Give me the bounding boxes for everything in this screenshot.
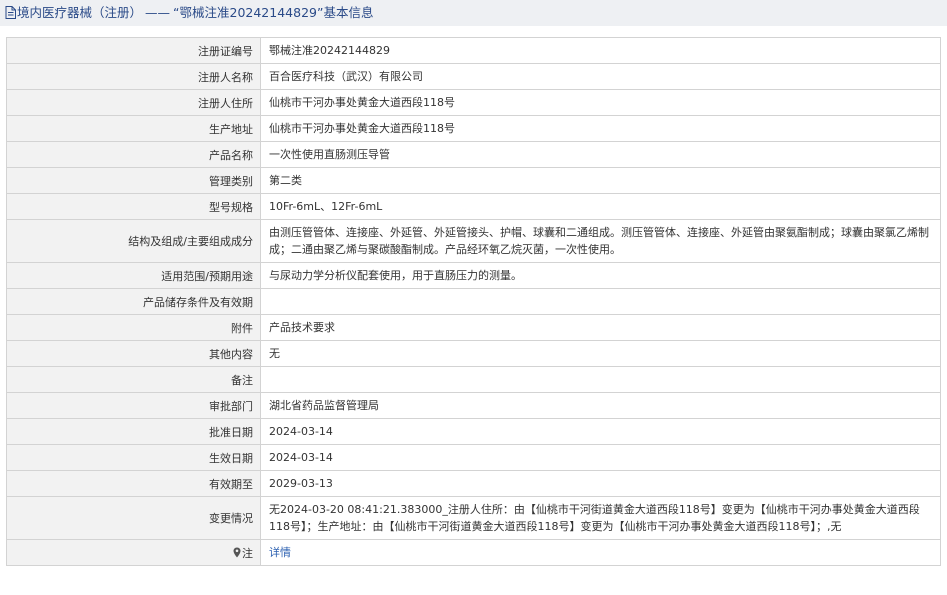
info-table: 注册证编号 鄂械注准20242144829 注册人名称 百合医疗科技（武汉）有限… [6, 37, 941, 566]
row-value: 湖北省药品监督管理局 [260, 392, 941, 419]
row-label: 生产地址 [6, 115, 261, 142]
table-row-product-name: 产品名称 一次性使用直肠测压导管 [6, 141, 941, 168]
row-label: 注册人名称 [6, 63, 261, 90]
table-row-note: 注 详情 [6, 539, 941, 566]
page-title: “鄂械注准20242144829”基本信息 [173, 5, 374, 20]
details-link[interactable]: 详情 [269, 546, 291, 559]
table-row-approval-dept: 审批部门 湖北省药品监督管理局 [6, 392, 941, 419]
row-value: 仙桃市干河办事处黄金大道西段118号 [260, 89, 941, 116]
row-value: 产品技术要求 [260, 314, 941, 341]
table-row-changes: 变更情况 无2024-03-20 08:41:21.383000_注册人住所：由… [6, 496, 941, 540]
row-label: 管理类别 [6, 167, 261, 194]
row-value: 百合医疗科技（武汉）有限公司 [260, 63, 941, 90]
table-row-model-spec: 型号规格 10Fr-6mL、12Fr-6mL [6, 193, 941, 220]
table-row-registrant-name: 注册人名称 百合医疗科技（武汉）有限公司 [6, 63, 941, 90]
table-row-storage: 产品储存条件及有效期 [6, 288, 941, 315]
row-value: 由测压管管体、连接座、外延管、外延管接头、护帽、球囊和二通组成。测压管管体、连接… [260, 219, 941, 263]
table-row-intended-use: 适用范围/预期用途 与尿动力学分析仪配套使用，用于直肠压力的测量。 [6, 262, 941, 289]
row-value: 第二类 [260, 167, 941, 194]
note-label: 注 [242, 546, 253, 560]
header-separator: —— [145, 5, 171, 20]
row-label: 变更情况 [6, 496, 261, 540]
table-row-composition: 结构及组成/主要组成成分 由测压管管体、连接座、外延管、外延管接头、护帽、球囊和… [6, 219, 941, 263]
header-section: 境内医疗器械（注册） [17, 5, 143, 20]
row-label: 产品储存条件及有效期 [6, 288, 261, 315]
row-label: 其他内容 [6, 340, 261, 367]
table-row-effective-date: 生效日期 2024-03-14 [6, 444, 941, 471]
row-value: 10Fr-6mL、12Fr-6mL [260, 193, 941, 220]
row-value: 2024-03-14 [260, 444, 941, 471]
row-label: 适用范围/预期用途 [6, 262, 261, 289]
table-row-remarks: 备注 [6, 366, 941, 393]
table-row-registration-number: 注册证编号 鄂械注准20242144829 [6, 37, 941, 64]
row-value [260, 366, 941, 393]
row-label: 附件 [6, 314, 261, 341]
map-pin-icon [233, 547, 241, 561]
row-value: 2029-03-13 [260, 470, 941, 497]
table-row-other: 其他内容 无 [6, 340, 941, 367]
table-row-registrant-address: 注册人住所 仙桃市干河办事处黄金大道西段118号 [6, 89, 941, 116]
row-value: 无 [260, 340, 941, 367]
row-label: 产品名称 [6, 141, 261, 168]
row-value: 与尿动力学分析仪配套使用，用于直肠压力的测量。 [260, 262, 941, 289]
row-value: 2024-03-14 [260, 418, 941, 445]
row-value [260, 288, 941, 315]
table-row-attachment: 附件 产品技术要求 [6, 314, 941, 341]
row-value: 无2024-03-20 08:41:21.383000_注册人住所：由【仙桃市干… [260, 496, 941, 540]
row-value: 一次性使用直肠测压导管 [260, 141, 941, 168]
note-label-cell: 注 [6, 539, 261, 566]
table-row-production-address: 生产地址 仙桃市干河办事处黄金大道西段118号 [6, 115, 941, 142]
table-row-valid-until: 有效期至 2029-03-13 [6, 470, 941, 497]
note-value-cell: 详情 [260, 539, 941, 566]
row-label: 注册证编号 [6, 37, 261, 64]
row-label: 备注 [6, 366, 261, 393]
row-value: 仙桃市干河办事处黄金大道西段118号 [260, 115, 941, 142]
table-row-management-class: 管理类别 第二类 [6, 167, 941, 194]
row-label: 审批部门 [6, 392, 261, 419]
row-label: 生效日期 [6, 444, 261, 471]
row-label: 结构及组成/主要组成成分 [6, 219, 261, 263]
row-label: 有效期至 [6, 470, 261, 497]
document-icon [5, 2, 16, 28]
page-header: 境内医疗器械（注册） —— “鄂械注准20242144829”基本信息 [0, 0, 947, 26]
row-label: 型号规格 [6, 193, 261, 220]
row-label: 批准日期 [6, 418, 261, 445]
row-label: 注册人住所 [6, 89, 261, 116]
row-value: 鄂械注准20242144829 [260, 37, 941, 64]
table-row-approval-date: 批准日期 2024-03-14 [6, 418, 941, 445]
